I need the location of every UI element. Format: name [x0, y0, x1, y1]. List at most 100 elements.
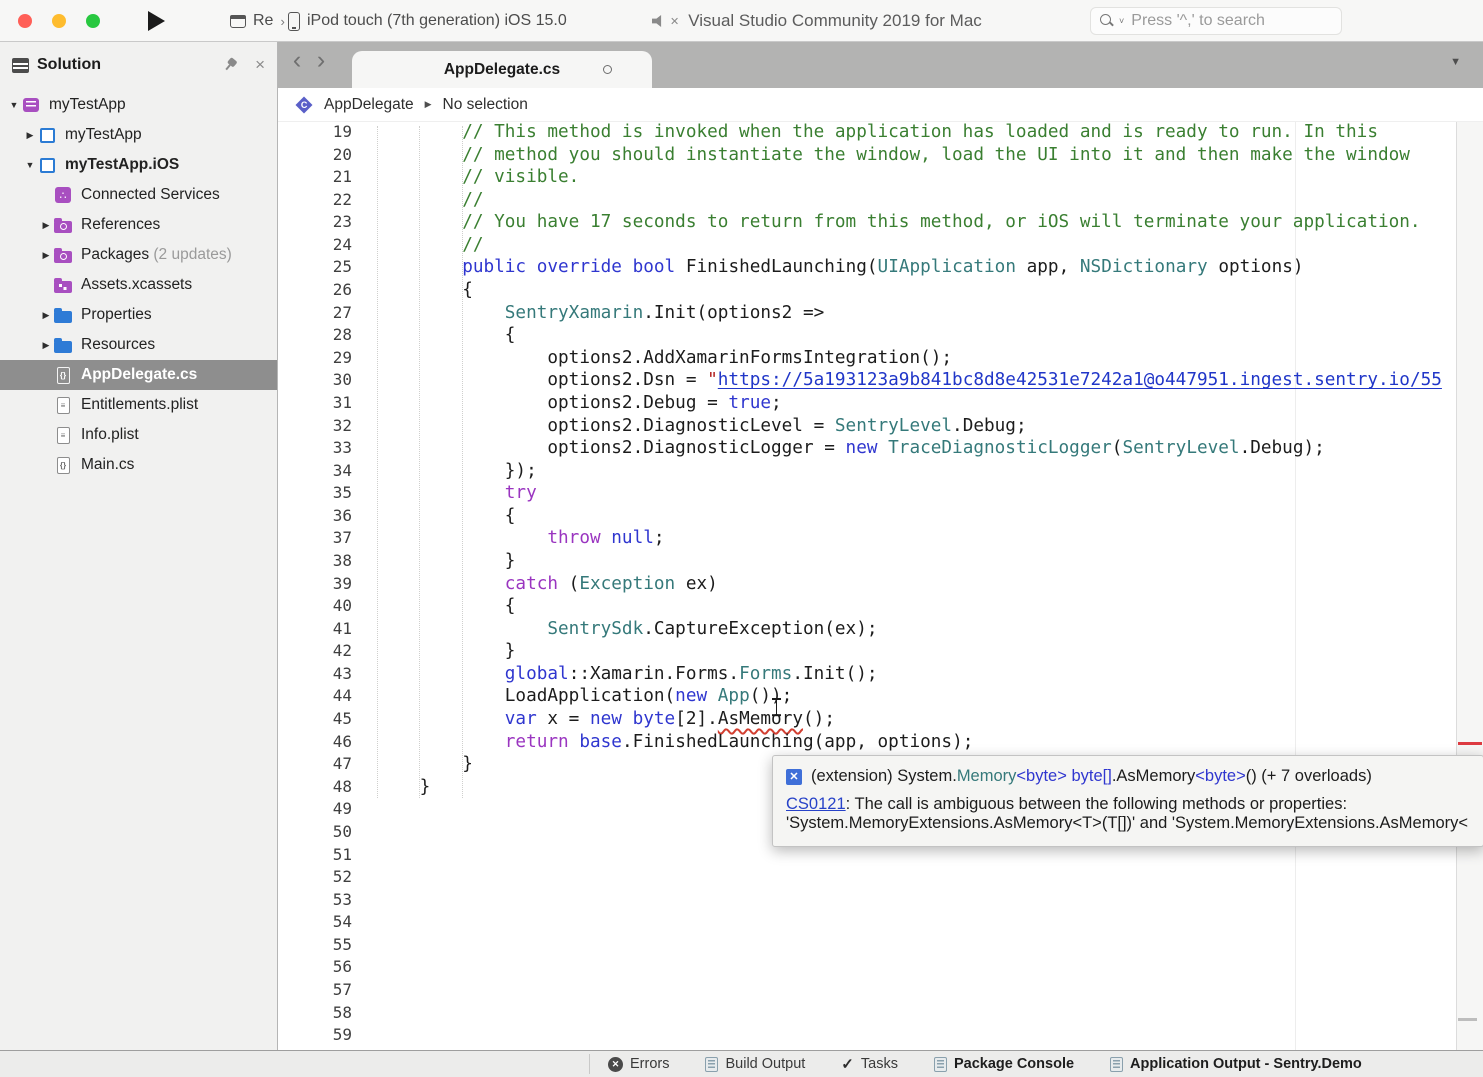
- scrollbar[interactable]: [1456, 122, 1483, 1050]
- code-text[interactable]: //: [377, 235, 484, 258]
- code-line[interactable]: 42 }: [278, 641, 1456, 664]
- code-text[interactable]: // visible.: [377, 167, 579, 190]
- code-text[interactable]: options2.Debug = true;: [377, 393, 782, 416]
- breadcrumb-type[interactable]: AppDelegate: [324, 96, 414, 114]
- sidebar-item-assets-xcassets[interactable]: Assets.xcassets: [0, 270, 277, 300]
- code-text[interactable]: global::Xamarin.Forms.Forms.Init();: [377, 664, 878, 687]
- code-text[interactable]: SentryXamarin.Init(options2 =>: [377, 303, 824, 326]
- line-number[interactable]: 28: [278, 325, 352, 348]
- code-line[interactable]: 21 // visible.: [278, 167, 1456, 190]
- line-number[interactable]: 35: [278, 483, 352, 506]
- code-line[interactable]: 35 try: [278, 483, 1456, 506]
- code-line[interactable]: 43 global::Xamarin.Forms.Forms.Init();: [278, 664, 1456, 687]
- line-number[interactable]: 21: [278, 167, 352, 190]
- code-line[interactable]: 37 throw null;: [278, 528, 1456, 551]
- code-text[interactable]: {: [377, 325, 515, 348]
- sidebar-item-appdelegate-cs[interactable]: {}AppDelegate.cs: [0, 360, 277, 390]
- code-line[interactable]: 31 options2.Debug = true;: [278, 393, 1456, 416]
- code-line[interactable]: 45 var x = new byte[2].AsMemory();: [278, 709, 1456, 732]
- navigate-forward-button[interactable]: ›: [310, 46, 332, 75]
- code-line[interactable]: 32 options2.DiagnosticLevel = SentryLeve…: [278, 416, 1456, 439]
- tab-list-dropdown-icon[interactable]: ▼: [1450, 56, 1461, 68]
- line-number[interactable]: 22: [278, 190, 352, 213]
- sidebar-item-packages[interactable]: ▶Packages (2 updates): [0, 240, 277, 270]
- minimize-window-button[interactable]: [52, 14, 66, 28]
- code-line[interactable]: 57: [278, 980, 1456, 1003]
- code-line[interactable]: 26 {: [278, 280, 1456, 303]
- line-number[interactable]: 57: [278, 980, 352, 1003]
- code-text[interactable]: var x = new byte[2].AsMemory();: [377, 709, 835, 732]
- line-number[interactable]: 23: [278, 212, 352, 235]
- line-number[interactable]: 53: [278, 890, 352, 913]
- pad-button-tasks[interactable]: ✓Tasks: [841, 1055, 898, 1073]
- line-number[interactable]: 55: [278, 935, 352, 958]
- code-line[interactable]: 53: [278, 890, 1456, 913]
- code-line[interactable]: 28 {: [278, 325, 1456, 348]
- code-text[interactable]: {: [377, 280, 473, 303]
- line-number[interactable]: 33: [278, 438, 352, 461]
- sidebar-item-connected-services[interactable]: ∴Connected Services: [0, 180, 277, 210]
- line-number[interactable]: 54: [278, 912, 352, 935]
- line-number[interactable]: 43: [278, 664, 352, 687]
- close-pad-icon[interactable]: ×: [255, 58, 265, 72]
- device-selector[interactable]: iPod touch (7th generation) iOS 15.0: [288, 0, 567, 42]
- line-number[interactable]: 25: [278, 257, 352, 280]
- code-line[interactable]: 33 options2.DiagnosticLogger = new Trace…: [278, 438, 1456, 461]
- code-line[interactable]: 36 {: [278, 506, 1456, 529]
- line-number[interactable]: 46: [278, 732, 352, 755]
- line-number[interactable]: 19: [278, 122, 352, 145]
- sidebar-item-references[interactable]: ▶References: [0, 210, 277, 240]
- zoom-window-button[interactable]: [86, 14, 100, 28]
- pad-button-package-console[interactable]: Package Console: [934, 1055, 1074, 1073]
- code-line[interactable]: 22 //: [278, 190, 1456, 213]
- code-text[interactable]: options2.AddXamarinFormsIntegration();: [377, 348, 952, 371]
- code-line[interactable]: 27 SentryXamarin.Init(options2 =>: [278, 303, 1456, 326]
- code-line[interactable]: 20 // method you should instantiate the …: [278, 145, 1456, 168]
- line-number[interactable]: 27: [278, 303, 352, 326]
- code-line[interactable]: 56: [278, 957, 1456, 980]
- code-text[interactable]: try: [377, 483, 537, 506]
- sidebar-item-mytestapp-ios[interactable]: ▼myTestApp.iOS: [0, 150, 277, 180]
- tab-appdelegate[interactable]: AppDelegate.cs: [352, 51, 652, 88]
- sidebar-item-properties[interactable]: ▶Properties: [0, 300, 277, 330]
- code-editor[interactable]: 19 // This method is invoked when the ap…: [278, 122, 1483, 1050]
- line-number[interactable]: 47: [278, 754, 352, 777]
- line-number[interactable]: 34: [278, 461, 352, 484]
- line-number[interactable]: 59: [278, 1025, 352, 1048]
- code-text[interactable]: // You have 17 seconds to return from th…: [377, 212, 1421, 235]
- line-number[interactable]: 49: [278, 799, 352, 822]
- line-number[interactable]: 20: [278, 145, 352, 168]
- sidebar-item-resources[interactable]: ▶Resources: [0, 330, 277, 360]
- code-lines[interactable]: 19 // This method is invoked when the ap…: [278, 122, 1456, 1048]
- code-line[interactable]: 29 options2.AddXamarinFormsIntegration()…: [278, 348, 1456, 371]
- code-text[interactable]: }: [377, 551, 515, 574]
- line-number[interactable]: 44: [278, 686, 352, 709]
- navigate-back-button[interactable]: ‹: [286, 46, 308, 75]
- line-number[interactable]: 24: [278, 235, 352, 258]
- code-line[interactable]: 25 public override bool FinishedLaunchin…: [278, 257, 1456, 280]
- code-text[interactable]: options2.DiagnosticLevel = SentryLevel.D…: [377, 416, 1027, 439]
- line-number[interactable]: 51: [278, 845, 352, 868]
- pad-button-build-output[interactable]: Build Output: [705, 1055, 805, 1073]
- line-number[interactable]: 50: [278, 822, 352, 845]
- code-line[interactable]: 41 SentrySdk.CaptureException(ex);: [278, 619, 1456, 642]
- code-text[interactable]: //: [377, 190, 484, 213]
- line-number[interactable]: 58: [278, 1003, 352, 1026]
- code-line[interactable]: 23 // You have 17 seconds to return from…: [278, 212, 1456, 235]
- code-line[interactable]: 40 {: [278, 596, 1456, 619]
- line-number[interactable]: 56: [278, 957, 352, 980]
- code-text[interactable]: LoadApplication(new App());: [377, 686, 792, 709]
- code-text[interactable]: }: [377, 754, 473, 777]
- line-number[interactable]: 52: [278, 867, 352, 890]
- code-text[interactable]: public override bool FinishedLaunching(U…: [377, 257, 1304, 280]
- disclosure-right-icon[interactable]: ▶: [38, 220, 54, 231]
- line-number[interactable]: 36: [278, 506, 352, 529]
- code-text[interactable]: });: [377, 461, 537, 484]
- sidebar-item-main-cs[interactable]: {}Main.cs: [0, 450, 277, 480]
- code-text[interactable]: }: [377, 777, 430, 800]
- code-line[interactable]: 44 LoadApplication(new App());: [278, 686, 1456, 709]
- code-line[interactable]: 39 catch (Exception ex): [278, 574, 1456, 597]
- line-number[interactable]: 41: [278, 619, 352, 642]
- code-line[interactable]: 54: [278, 912, 1456, 935]
- line-number[interactable]: 48: [278, 777, 352, 800]
